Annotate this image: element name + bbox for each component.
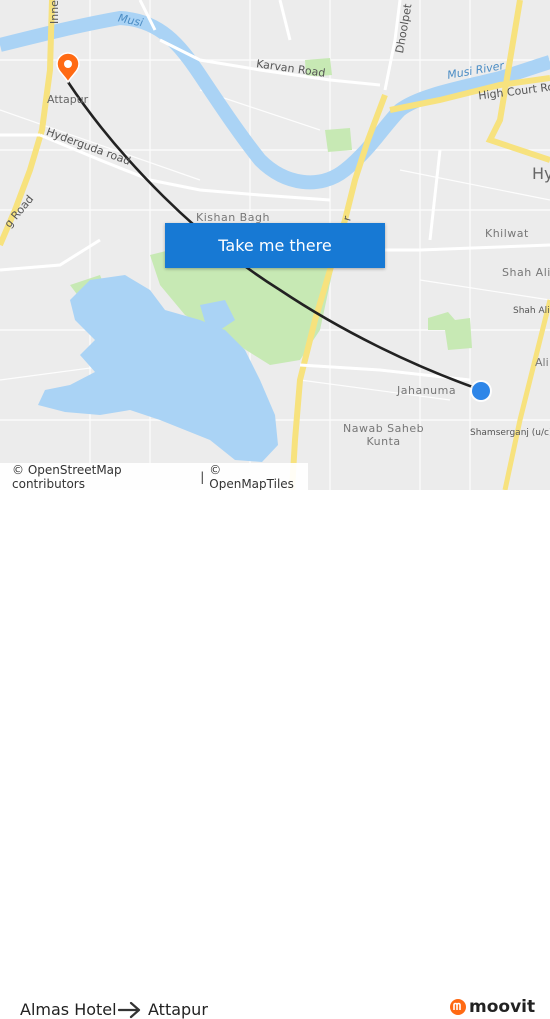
destination-marker[interactable]: [56, 52, 80, 84]
map-label-ali: Ali: [535, 356, 549, 369]
map-label-shah-ali-b: Shah Ali B: [513, 306, 550, 316]
map-label-inner: Inner: [48, 0, 61, 24]
map-label-jahanuma: Jahanuma: [397, 384, 457, 397]
map-attribution: © OpenStreetMap contributors | © OpenMap…: [0, 463, 308, 490]
map-label-shah-ali: Shah Ali: [502, 266, 550, 279]
attribution-osm-link[interactable]: © OpenStreetMap contributors: [12, 463, 195, 491]
map[interactable]: Inner Musi Musi River Karvan Road Dhoolp…: [0, 0, 550, 490]
arrow-right-icon: [118, 1001, 141, 1019]
map-label-nawab-saheb-kunta: Nawab Saheb Kunta: [343, 422, 425, 448]
take-me-there-button[interactable]: Take me there: [165, 223, 385, 268]
route-destination: Attapur: [148, 1000, 208, 1019]
moovit-wordmark: moovit: [469, 997, 536, 1017]
blue-location-dot-icon: [472, 382, 490, 400]
moovit-logo-icon: [450, 999, 466, 1015]
map-label-hy: Hy: [532, 164, 550, 183]
route-origin: Almas Hotel: [20, 1000, 117, 1019]
attribution-separator: |: [200, 469, 205, 484]
moovit-brand[interactable]: moovit: [450, 997, 535, 1017]
origin-marker[interactable]: [470, 380, 492, 402]
map-label-attapur: Attapur: [47, 93, 89, 106]
attribution-omt-link[interactable]: © OpenMapTiles: [209, 463, 308, 491]
park: [325, 128, 352, 152]
map-label-khilwat: Khilwat: [485, 227, 529, 240]
map-label-shamserganj: Shamserganj (u/c): [470, 428, 550, 438]
park: [428, 312, 472, 350]
footer: Almas Hotel Attapur moovit: [0, 490, 550, 1019]
east-road-south: [502, 299, 550, 490]
